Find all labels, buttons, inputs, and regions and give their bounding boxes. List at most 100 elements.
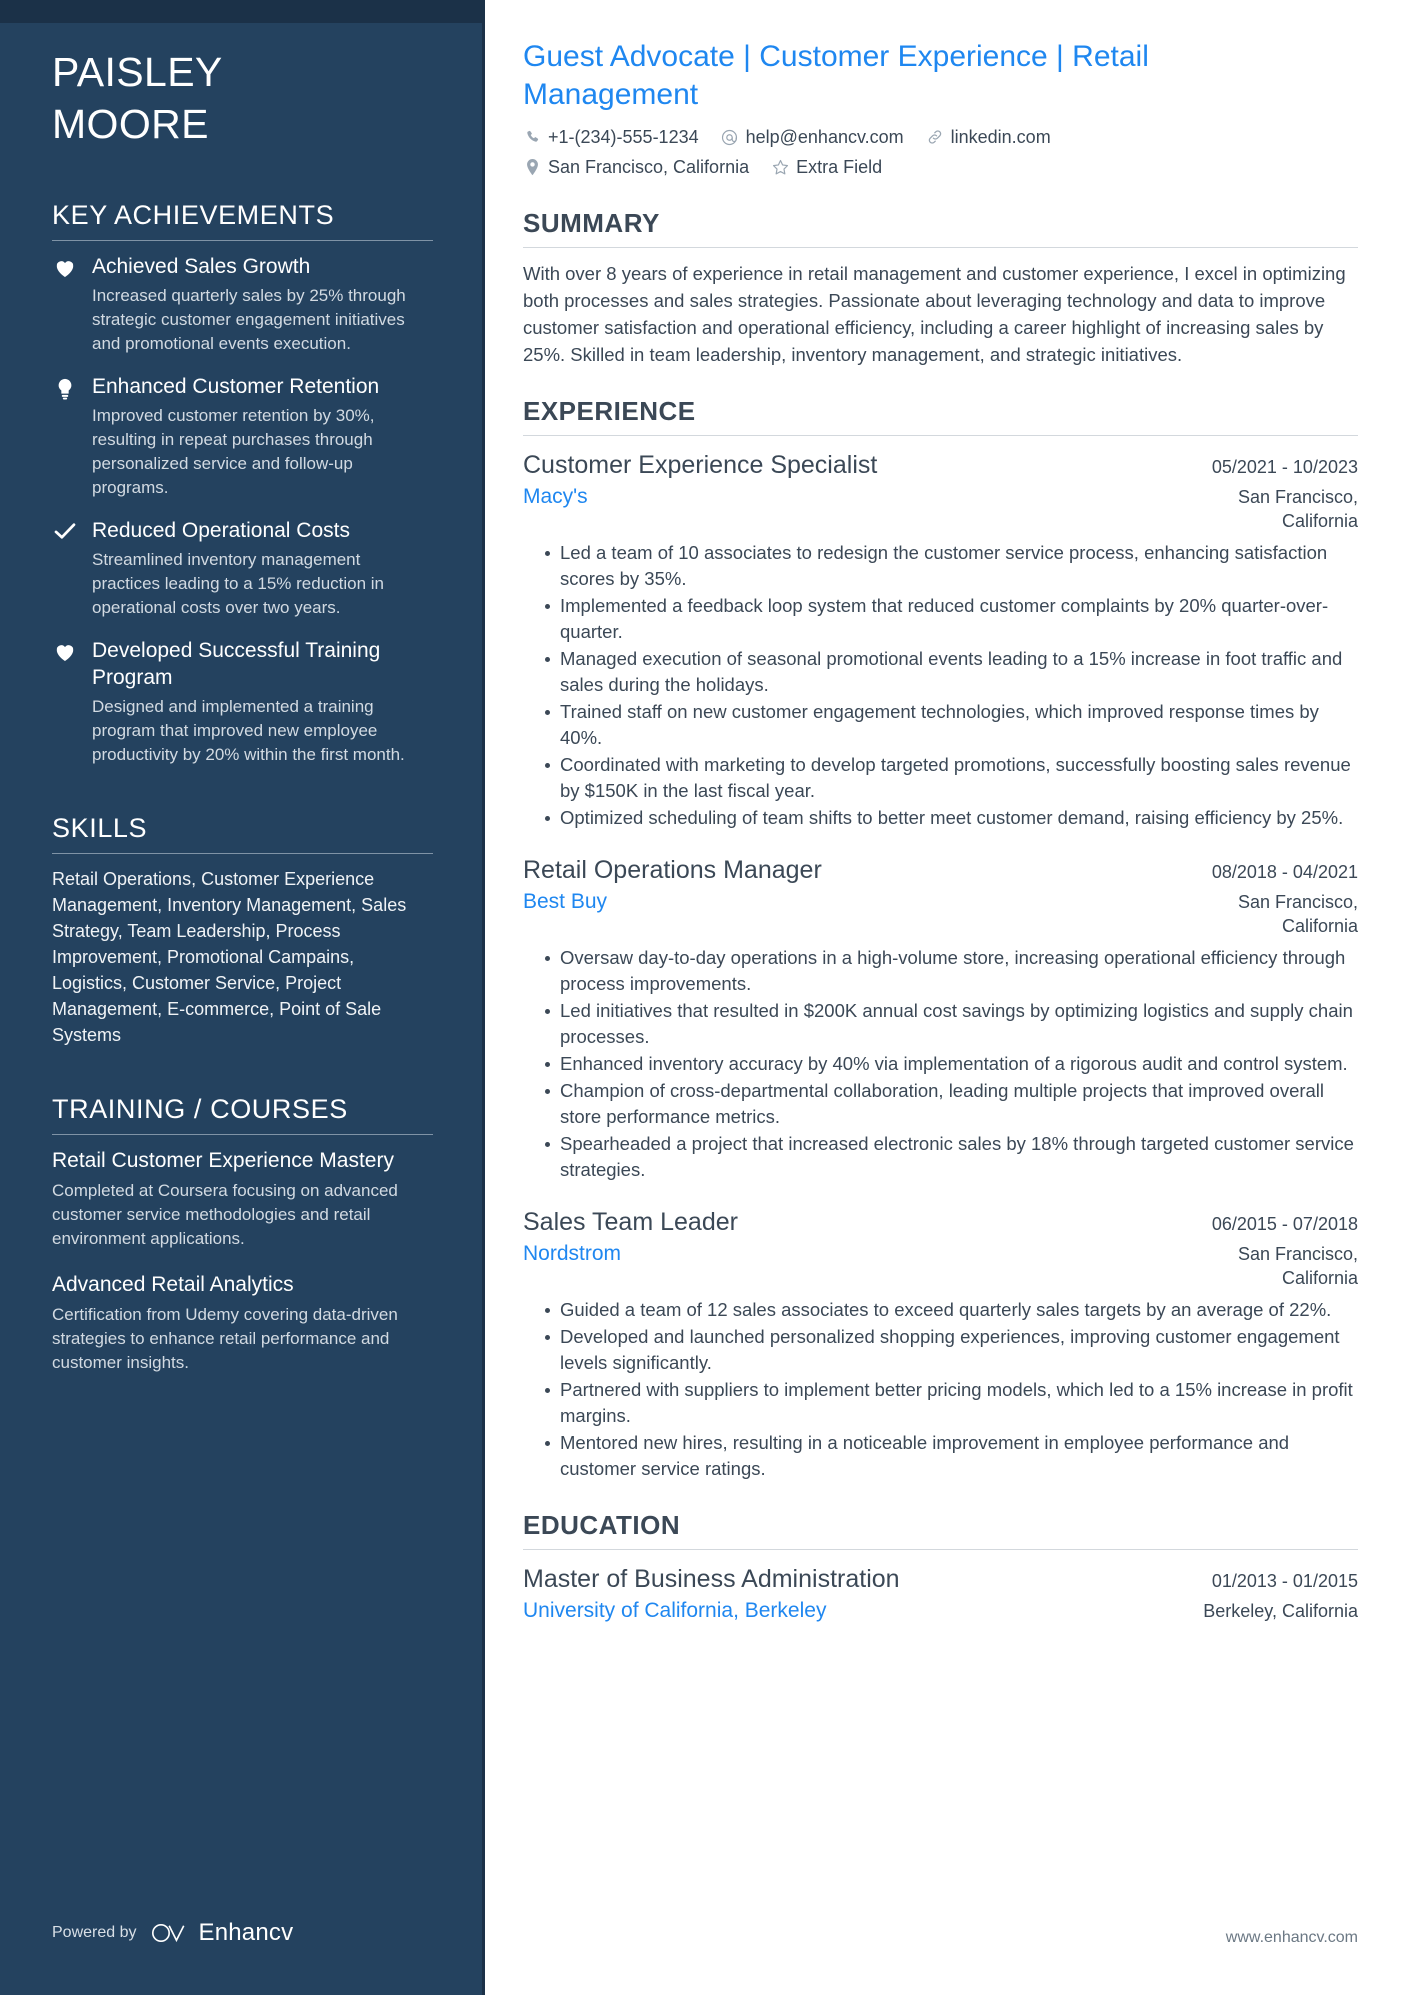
education-heading: EDUCATION [523, 1510, 681, 1540]
contact-phone[interactable]: +1-(234)-555-1234 [523, 124, 699, 150]
job-bullet: Spearheaded a project that increased ele… [545, 1131, 1358, 1183]
sidebar-footer: Powered by Enhancv [52, 1919, 293, 1947]
training-courses-section: TRAINING / COURSES Retail Customer Exper… [52, 1092, 433, 1375]
job-company-row: Best Buy San Francisco, California [523, 887, 1358, 938]
job-company-row: Macy's San Francisco, California [523, 482, 1358, 533]
job-dates: 05/2021 - 10/2023 [1211, 457, 1358, 477]
sidebar-top-band [0, 0, 485, 23]
training-courses-heading: TRAINING / COURSES [52, 1094, 348, 1124]
job-company[interactable]: Nordstrom [523, 1239, 621, 1269]
powered-by-label: Powered by [52, 1924, 137, 1941]
job-company-row: Nordstrom San Francisco, California [523, 1239, 1358, 1290]
job-title-row: Retail Operations Manager 08/2018 - 04/2… [523, 853, 1358, 887]
skills-heading: SKILLS [52, 813, 148, 843]
course-item: Retail Customer Experience Mastery Compl… [52, 1147, 433, 1251]
check-icon [52, 517, 78, 620]
first-name: PAISLEY [52, 49, 223, 95]
education-degree-row: Master of Business Administration 01/201… [523, 1562, 1358, 1596]
summary-text: With over 8 years of experience in retai… [523, 263, 1346, 365]
link-icon [926, 128, 944, 146]
job-title-row: Customer Experience Specialist 05/2021 -… [523, 448, 1358, 482]
contact-location: San Francisco, California [523, 154, 749, 180]
enhancv-wordmark: Enhancv [198, 1919, 294, 1946]
key-achievements-heading: KEY ACHIEVEMENTS [52, 200, 335, 230]
job-bullet: Mentored new hires, resulting in a notic… [545, 1430, 1358, 1482]
job-bullet: Developed and launched personalized shop… [545, 1324, 1358, 1376]
contact-linkedin[interactable]: linkedin.com [926, 124, 1051, 150]
course-title: Retail Customer Experience Mastery [52, 1149, 394, 1172]
course-description: Completed at Coursera focusing on advanc… [52, 1181, 398, 1248]
experience-item: Sales Team Leader 06/2015 - 07/2018 Nord… [523, 1205, 1358, 1482]
achievement-description: Improved customer retention by 30%, resu… [92, 406, 375, 497]
course-description: Certification from Udemy covering data-d… [52, 1305, 398, 1372]
education-school[interactable]: University of California, Berkeley [523, 1596, 826, 1626]
contact-location-text: San Francisco, California [548, 157, 750, 177]
footer-website: www.enhancv.com [1225, 1929, 1358, 1946]
divider [523, 1549, 1358, 1550]
job-bullet: Enhanced inventory accuracy by 40% via i… [545, 1051, 1358, 1077]
skills-list: Retail Operations, Customer Experience M… [52, 869, 407, 1045]
achievement-title: Enhanced Customer Retention [92, 375, 380, 398]
experience-section: EXPERIENCE Customer Experience Specialis… [523, 394, 1358, 1482]
heart-icon [52, 637, 78, 767]
job-bullet: Coordinated with marketing to develop ta… [545, 752, 1358, 804]
job-bullet: Managed execution of seasonal promotiona… [545, 646, 1358, 698]
job-bullet: Led initiatives that resulted in $200K a… [545, 998, 1358, 1050]
divider [52, 1134, 433, 1135]
contact-row-2: San Francisco, California Extra Field [523, 154, 1358, 180]
achievement-item: Enhanced Customer Retention Improved cus… [52, 373, 433, 500]
professional-headline: Guest Advocate | Customer Experience | R… [523, 40, 1149, 111]
resume-page: PAISLEY MOORE KEY ACHIEVEMENTS Achieved … [0, 0, 1410, 1995]
location-pin-icon [523, 158, 541, 176]
job-company[interactable]: Macy's [523, 482, 588, 512]
course-title: Advanced Retail Analytics [52, 1273, 294, 1296]
achievement-description: Increased quarterly sales by 25% through… [92, 286, 406, 353]
contact-email-text: help@enhancv.com [745, 127, 904, 147]
experience-item: Customer Experience Specialist 05/2021 -… [523, 448, 1358, 831]
job-bullet: Champion of cross-departmental collabora… [545, 1078, 1358, 1130]
job-title: Customer Experience Specialist [523, 451, 878, 479]
education-dates: 01/2013 - 01/2015 [1211, 1571, 1358, 1591]
education-school-row: University of California, Berkeley Berke… [523, 1596, 1358, 1626]
divider [523, 247, 1358, 248]
contact-extra-field: Extra Field [771, 154, 882, 180]
job-bullet: Oversaw day-to-day operations in a high-… [545, 945, 1358, 997]
key-achievements-section: KEY ACHIEVEMENTS Achieved Sales Growth I… [52, 198, 433, 767]
contact-linkedin-text: linkedin.com [950, 127, 1051, 147]
job-dates: 06/2015 - 07/2018 [1211, 1214, 1358, 1234]
job-bullet: Optimized scheduling of team shifts to b… [545, 805, 1358, 831]
email-icon [721, 128, 739, 146]
summary-heading: SUMMARY [523, 208, 660, 238]
phone-icon [523, 128, 541, 146]
job-location: San Francisco, California [1237, 1244, 1358, 1288]
education-section: EDUCATION Master of Business Administrat… [523, 1508, 1358, 1626]
achievement-title: Reduced Operational Costs [92, 519, 350, 542]
contact-phone-text: +1-(234)-555-1234 [548, 127, 699, 147]
experience-item: Retail Operations Manager 08/2018 - 04/2… [523, 853, 1358, 1183]
job-bullet: Guided a team of 12 sales associates to … [545, 1297, 1358, 1323]
divider [52, 853, 433, 854]
skills-section: SKILLS Retail Operations, Customer Exper… [52, 811, 433, 1048]
last-name: MOORE [52, 101, 209, 147]
divider [52, 240, 433, 241]
contact-email[interactable]: help@enhancv.com [721, 124, 904, 150]
job-dates: 08/2018 - 04/2021 [1211, 862, 1358, 882]
enhancv-logo: Enhancv [151, 1919, 294, 1947]
divider [523, 435, 1358, 436]
job-location: San Francisco, California [1237, 892, 1358, 936]
job-title-row: Sales Team Leader 06/2015 - 07/2018 [523, 1205, 1358, 1239]
summary-section: SUMMARY With over 8 years of experience … [523, 206, 1358, 368]
achievement-title: Achieved Sales Growth [92, 255, 311, 278]
achievement-description: Streamlined inventory management practic… [92, 550, 385, 617]
achievement-item: Achieved Sales Growth Increased quarterl… [52, 253, 433, 356]
heart-icon [52, 253, 78, 356]
job-company[interactable]: Best Buy [523, 887, 607, 917]
achievement-description: Designed and implemented a training prog… [92, 697, 405, 764]
job-bullet: Led a team of 10 associates to redesign … [545, 540, 1358, 592]
experience-heading: EXPERIENCE [523, 396, 696, 426]
job-bullet: Partnered with suppliers to implement be… [545, 1377, 1358, 1429]
education-item: Master of Business Administration 01/201… [523, 1562, 1358, 1626]
job-bullet: Trained staff on new customer engagement… [545, 699, 1358, 751]
job-bullet: Implemented a feedback loop system that … [545, 593, 1358, 645]
contact-extra-field-text: Extra Field [796, 157, 883, 177]
